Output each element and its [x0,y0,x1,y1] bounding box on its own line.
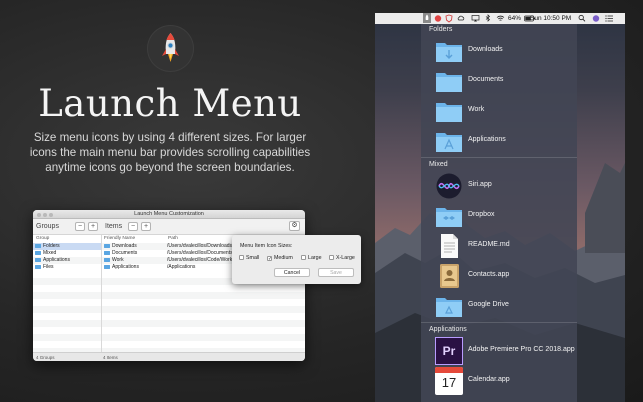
spotlight-search-icon[interactable] [578,13,586,27]
remove-item-button[interactable]: − [128,222,138,231]
group-row-files[interactable]: Files [33,264,101,271]
folder-icon [35,243,41,248]
size-small-checkbox[interactable]: Small [239,255,259,261]
friendly-name-column-header: Friendly Name [104,236,136,241]
window-titlebar: Launch Menu Customization [33,210,305,219]
calendar-day: 17 [441,375,457,390]
downloads-folder-icon [436,43,462,62]
dropbox-folder-icon [436,208,462,227]
item-count: 4 Items [103,355,118,360]
menu-item-siri[interactable]: Siri.app [435,172,575,200]
table-divider [101,271,102,352]
group-row-mixed[interactable]: Mixed [33,250,101,257]
section-divider [421,322,577,323]
menu-item-downloads[interactable]: Downloads [435,37,575,65]
folder-icon [35,257,41,262]
gear-icon[interactable]: ⚙ [289,221,300,231]
folder-icon [104,264,110,269]
section-header-applications: Applications [429,326,467,333]
add-item-button[interactable]: + [141,222,151,231]
calendar-icon: 17 [435,367,463,395]
notification-center-icon[interactable] [605,13,614,27]
folder-icon [35,250,41,255]
icon-size-popover: Menu Item Icon Sizes: Small ✓ Medium Larg… [232,235,361,284]
folder-icon [35,264,41,269]
remove-group-button[interactable]: − [75,222,85,231]
menu-item-contacts[interactable]: Contacts.app [435,262,575,290]
zoom-window-button[interactable] [49,212,53,217]
size-xlarge-checkbox[interactable]: X-Large [329,255,355,261]
clock[interactable]: Sun 10:50 PM [530,13,571,24]
applications-folder-icon [436,133,462,152]
desktop-preview: 64% Sun 10:50 PM Folders Downloads Docum… [375,13,625,402]
documents-folder-icon [436,73,462,92]
group-row-applications[interactable]: Applications [33,257,101,264]
system-menubar: 64% Sun 10:50 PM [375,13,625,24]
section-divider [421,157,577,158]
menu-item-documents[interactable]: Documents [435,67,575,95]
premiere-pro-icon: Pr [435,337,463,365]
rocket-logo-icon [147,25,194,72]
folder-icon [104,243,110,248]
folder-icon [104,257,110,262]
close-window-button[interactable] [37,212,41,217]
path-column-header: Path [168,236,178,241]
menu-item-applications-folder[interactable]: Applications [435,127,575,155]
add-group-button[interactable]: + [88,222,98,231]
customization-window: Launch Menu Customization Groups − + Ite… [33,210,305,361]
menu-item-calendar[interactable]: 17 Calendar.app [435,367,575,395]
menu-item-premiere[interactable]: Pr Adobe Premiere Pro CC 2018.app [435,337,575,365]
group-row-folders[interactable]: Folders [33,243,101,250]
menu-item-google-drive[interactable]: Google Drive [435,292,575,320]
contacts-icon [440,264,459,288]
launch-menu-dropdown: Folders Downloads Documents Work Applica… [421,24,577,402]
cancel-button[interactable]: Cancel [274,268,310,277]
section-header-mixed: Mixed [429,161,448,168]
window-title: Launch Menu Customization [134,211,204,217]
status-bar: 4 Groups 4 Items [33,352,305,361]
menu-item-readme[interactable]: README.md [435,232,575,260]
menu-item-work[interactable]: Work [435,97,575,125]
window-toolbar: Groups − + Items − + ⚙ [33,219,305,235]
promo-title: Launch Menu [38,82,302,125]
size-large-checkbox[interactable]: Large [301,255,322,261]
save-button[interactable]: Save [318,268,354,277]
minimize-window-button[interactable] [43,212,47,217]
promo-description: Size menu icons by using 4 different siz… [29,131,311,174]
siri-icon [436,173,462,199]
items-label: Items [105,223,123,230]
work-folder-icon [436,103,462,122]
siri-menubar-icon[interactable] [592,13,600,27]
battery-percentage: 64% [508,15,522,22]
section-header-folders: Folders [429,26,453,33]
groups-label: Groups [36,223,59,230]
folder-icon [104,250,110,255]
group-column-header: Group [36,236,50,241]
menu-item-dropbox[interactable]: Dropbox [435,202,575,230]
text-document-icon [441,234,458,258]
size-medium-checkbox[interactable]: ✓ Medium [267,255,293,262]
popover-heading: Menu Item Icon Sizes: [240,243,293,249]
group-count: 4 Groups [36,355,55,360]
google-drive-folder-icon [436,298,462,317]
